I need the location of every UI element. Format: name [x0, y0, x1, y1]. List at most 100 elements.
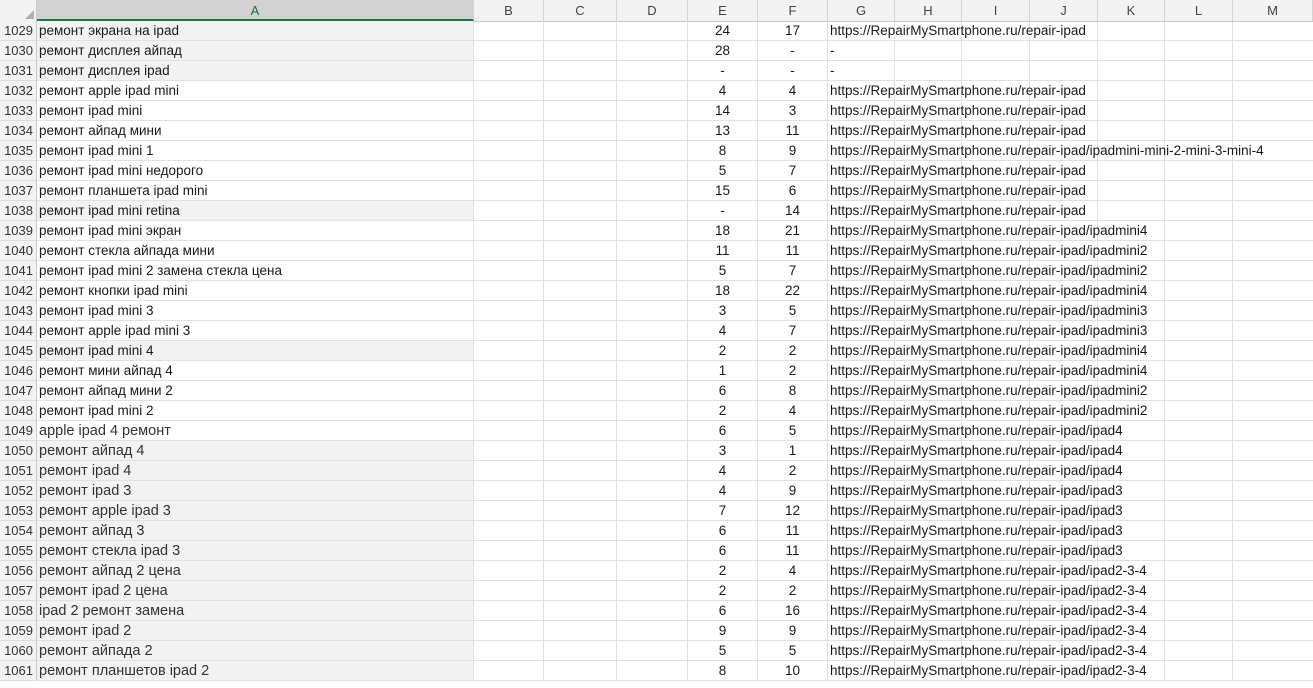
cell-keyword[interactable]: ремонт apple ipad mini 3: [37, 321, 474, 341]
cell-e-value[interactable]: 24: [688, 21, 758, 41]
cell-url[interactable]: https://RepairMySmartphone.ru/repair-ipa…: [828, 661, 1313, 681]
cell-url[interactable]: https://RepairMySmartphone.ru/repair-ipa…: [828, 561, 1313, 581]
row-header[interactable]: 1054: [0, 521, 37, 541]
cell-c[interactable]: [544, 581, 617, 601]
cell-url[interactable]: https://RepairMySmartphone.ru/repair-ipa…: [828, 501, 1313, 521]
cell-b[interactable]: [474, 581, 544, 601]
cell-url[interactable]: https://RepairMySmartphone.ru/repair-ipa…: [828, 81, 1313, 101]
cell-b[interactable]: [474, 141, 544, 161]
cell-e-value[interactable]: 6: [688, 381, 758, 401]
column-header-l[interactable]: L: [1165, 0, 1233, 21]
row-header[interactable]: 1047: [0, 381, 37, 401]
row-header[interactable]: 1031: [0, 61, 37, 81]
cell-d[interactable]: [617, 461, 688, 481]
cell-d[interactable]: [617, 141, 688, 161]
cell-url[interactable]: -: [828, 41, 1313, 61]
column-header-h[interactable]: H: [895, 0, 962, 21]
cell-keyword[interactable]: ремонт айпад 3: [37, 521, 474, 541]
cell-b[interactable]: [474, 441, 544, 461]
cell-d[interactable]: [617, 661, 688, 681]
cell-d[interactable]: [617, 501, 688, 521]
row-header[interactable]: 1046: [0, 361, 37, 381]
cell-e-value[interactable]: 6: [688, 601, 758, 621]
cell-f-value[interactable]: 9: [758, 481, 828, 501]
cell-b[interactable]: [474, 561, 544, 581]
cell-url[interactable]: https://RepairMySmartphone.ru/repair-ipa…: [828, 301, 1313, 321]
cell-b[interactable]: [474, 21, 544, 41]
cell-url[interactable]: https://RepairMySmartphone.ru/repair-ipa…: [828, 461, 1313, 481]
cell-d[interactable]: [617, 441, 688, 461]
column-header-e[interactable]: E: [688, 0, 758, 21]
cell-keyword[interactable]: ремонт ipad 4: [37, 461, 474, 481]
row-header[interactable]: 1036: [0, 161, 37, 181]
row-header[interactable]: 1050: [0, 441, 37, 461]
cell-f-value[interactable]: 7: [758, 261, 828, 281]
cell-b[interactable]: [474, 81, 544, 101]
cell-url[interactable]: https://RepairMySmartphone.ru/repair-ipa…: [828, 401, 1313, 421]
cell-url[interactable]: https://RepairMySmartphone.ru/repair-ipa…: [828, 221, 1313, 241]
cell-f-value[interactable]: 11: [758, 121, 828, 141]
cell-c[interactable]: [544, 161, 617, 181]
cell-keyword[interactable]: ремонт планшетов ipad 2: [37, 661, 474, 681]
cell-c[interactable]: [544, 541, 617, 561]
cell-d[interactable]: [617, 121, 688, 141]
cell-d[interactable]: [617, 641, 688, 661]
column-header-d[interactable]: D: [617, 0, 688, 21]
cell-keyword[interactable]: ремонт ipad 2: [37, 621, 474, 641]
cell-c[interactable]: [544, 421, 617, 441]
cell-b[interactable]: [474, 541, 544, 561]
row-header[interactable]: 1043: [0, 301, 37, 321]
row-header[interactable]: 1037: [0, 181, 37, 201]
cell-b[interactable]: [474, 181, 544, 201]
cell-b[interactable]: [474, 641, 544, 661]
column-header-f[interactable]: F: [758, 0, 828, 21]
cell-d[interactable]: [617, 301, 688, 321]
cell-keyword[interactable]: ремонт ipad mini retina: [37, 201, 474, 221]
cell-b[interactable]: [474, 221, 544, 241]
cell-e-value[interactable]: 5: [688, 261, 758, 281]
cell-c[interactable]: [544, 301, 617, 321]
cell-c[interactable]: [544, 381, 617, 401]
cell-e-value[interactable]: 6: [688, 541, 758, 561]
row-header[interactable]: 1049: [0, 421, 37, 441]
cell-keyword[interactable]: ремонт экрана на ipad: [37, 21, 474, 41]
cell-keyword[interactable]: ремонт apple ipad 3: [37, 501, 474, 521]
cell-url[interactable]: https://RepairMySmartphone.ru/repair-ipa…: [828, 21, 1313, 41]
cell-f-value[interactable]: -: [758, 61, 828, 81]
cell-e-value[interactable]: 1: [688, 361, 758, 381]
cell-url[interactable]: https://RepairMySmartphone.ru/repair-ipa…: [828, 381, 1313, 401]
row-header[interactable]: 1055: [0, 541, 37, 561]
cell-d[interactable]: [617, 181, 688, 201]
cell-f-value[interactable]: 7: [758, 321, 828, 341]
row-header[interactable]: 1058: [0, 601, 37, 621]
cell-c[interactable]: [544, 81, 617, 101]
cell-b[interactable]: [474, 381, 544, 401]
cell-d[interactable]: [617, 361, 688, 381]
cell-e-value[interactable]: 13: [688, 121, 758, 141]
cell-b[interactable]: [474, 361, 544, 381]
cell-c[interactable]: [544, 41, 617, 61]
cell-c[interactable]: [544, 561, 617, 581]
cell-e-value[interactable]: 3: [688, 441, 758, 461]
cell-b[interactable]: [474, 201, 544, 221]
cell-url[interactable]: https://RepairMySmartphone.ru/repair-ipa…: [828, 361, 1313, 381]
cell-c[interactable]: [544, 61, 617, 81]
cell-b[interactable]: [474, 61, 544, 81]
cell-f-value[interactable]: 8: [758, 381, 828, 401]
cell-b[interactable]: [474, 261, 544, 281]
cell-d[interactable]: [617, 261, 688, 281]
cell-f-value[interactable]: 22: [758, 281, 828, 301]
cell-keyword[interactable]: ремонт стекла ipad 3: [37, 541, 474, 561]
cell-f-value[interactable]: 3: [758, 101, 828, 121]
cell-c[interactable]: [544, 521, 617, 541]
cell-d[interactable]: [617, 201, 688, 221]
row-header[interactable]: 1040: [0, 241, 37, 261]
row-header[interactable]: 1035: [0, 141, 37, 161]
cell-c[interactable]: [544, 21, 617, 41]
cell-url[interactable]: https://RepairMySmartphone.ru/repair-ipa…: [828, 521, 1313, 541]
cell-keyword[interactable]: ремонт стекла айпада мини: [37, 241, 474, 261]
cell-f-value[interactable]: 1: [758, 441, 828, 461]
cell-url[interactable]: https://RepairMySmartphone.ru/repair-ipa…: [828, 101, 1313, 121]
cell-keyword[interactable]: ipad 2 ремонт замена: [37, 601, 474, 621]
row-header[interactable]: 1051: [0, 461, 37, 481]
